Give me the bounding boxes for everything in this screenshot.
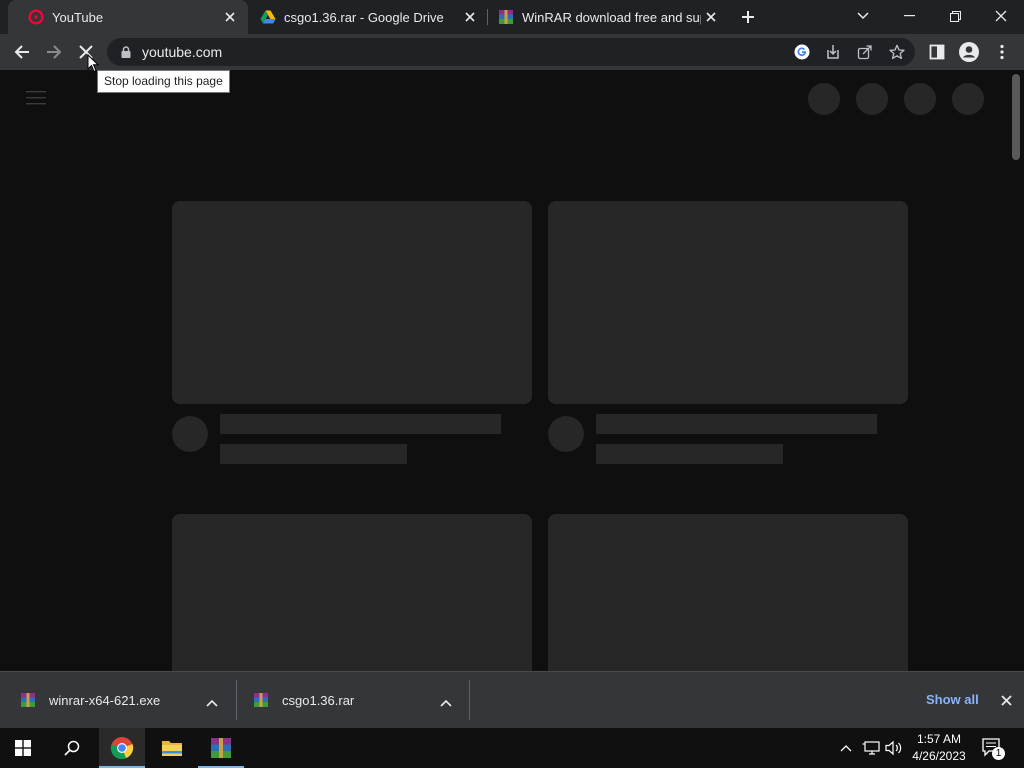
- download-separator: [469, 680, 470, 720]
- page-viewport: [0, 70, 1024, 671]
- show-hidden-icons-button[interactable]: [836, 740, 856, 756]
- close-icon: [995, 10, 1007, 22]
- forward-button[interactable]: [38, 36, 70, 68]
- search-icon: [64, 740, 80, 756]
- page-scrollbar[interactable]: [1012, 74, 1020, 160]
- install-app-icon[interactable]: [825, 44, 841, 60]
- skeleton-header-circle: [952, 83, 984, 115]
- folder-icon: [162, 741, 182, 756]
- skeleton-avatar: [548, 416, 584, 452]
- taskbar-winrar[interactable]: [198, 728, 244, 768]
- download-item[interactable]: winrar-x64-621.exe: [0, 672, 236, 728]
- tab-search-button[interactable]: [851, 4, 875, 28]
- close-tab-icon[interactable]: [460, 7, 480, 27]
- plus-icon: [742, 11, 754, 23]
- bookmark-star-icon[interactable]: [889, 44, 905, 60]
- arrow-left-icon: [14, 45, 29, 59]
- chevron-up-icon: [840, 745, 852, 752]
- action-center-button[interactable]: 1: [982, 738, 1006, 760]
- tab-google-drive[interactable]: csgo1.36.rar - Google Drive: [240, 0, 488, 34]
- skeleton-video-thumbnail: [548, 201, 908, 404]
- winrar-icon: [499, 10, 513, 24]
- skeleton-title-line: [596, 414, 877, 434]
- tab-youtube[interactable]: YouTube: [8, 0, 248, 34]
- clock-date: 4/26/2023: [912, 749, 966, 763]
- mouse-cursor-icon: [87, 54, 99, 73]
- minimize-button[interactable]: [886, 0, 932, 32]
- profile-avatar-icon[interactable]: [959, 42, 979, 62]
- chevron-up-icon[interactable]: [440, 694, 452, 712]
- new-tab-button[interactable]: [736, 5, 760, 29]
- skeleton-header-circle: [904, 83, 936, 115]
- skeleton-meta-line: [596, 444, 783, 464]
- chevron-up-icon[interactable]: [206, 694, 218, 712]
- download-shelf: winrar-x64-621.exe csgo1.36.rar Show all: [0, 671, 1024, 728]
- tab-strip: YouTube csgo1.36.rar - Google Drive WinR…: [0, 0, 1024, 34]
- show-all-downloads-button[interactable]: Show all: [926, 692, 979, 707]
- skeleton-video-thumbnail: [172, 201, 532, 404]
- url-text[interactable]: youtube.com: [142, 44, 222, 60]
- winrar-icon: [254, 693, 268, 707]
- close-icon: [1000, 694, 1012, 706]
- network-icon[interactable]: [862, 740, 880, 756]
- download-filename: winrar-x64-621.exe: [49, 692, 161, 708]
- restore-button[interactable]: [932, 0, 978, 32]
- tooltip: Stop loading this page: [97, 70, 230, 93]
- restore-icon: [949, 10, 961, 22]
- windows-logo-icon: [15, 740, 31, 756]
- google-drive-icon: [260, 10, 276, 24]
- tab-winrar[interactable]: WinRAR download free and supp: [478, 0, 728, 34]
- tab-title: WinRAR download free and supp: [522, 9, 702, 25]
- back-button[interactable]: [6, 36, 38, 68]
- chevron-down-icon: [857, 12, 869, 20]
- skeleton-avatar: [172, 416, 208, 452]
- skeleton-title-line: [220, 414, 501, 434]
- youtube-icon: [28, 9, 44, 25]
- volume-icon[interactable]: [885, 740, 903, 756]
- close-window-button[interactable]: [978, 0, 1024, 32]
- menu-hamburger-icon[interactable]: [26, 91, 46, 107]
- minimize-icon: [903, 15, 915, 17]
- side-panel-icon[interactable]: [927, 42, 947, 62]
- download-filename: csgo1.36.rar: [282, 692, 355, 708]
- taskbar-chrome[interactable]: [99, 728, 145, 768]
- start-button[interactable]: [0, 728, 46, 768]
- browser-toolbar: youtube.com: [0, 34, 1024, 70]
- close-tab-icon[interactable]: [220, 7, 240, 27]
- taskbar-clock[interactable]: 1:57 AM 4/26/2023: [904, 731, 974, 765]
- notification-count-badge: 1: [992, 747, 1005, 760]
- chrome-icon: [110, 737, 134, 760]
- skeleton-meta-line: [220, 444, 407, 464]
- winrar-icon: [211, 738, 231, 758]
- search-button[interactable]: [49, 728, 95, 768]
- windows-taskbar: 1:57 AM 4/26/2023 1: [0, 728, 1024, 768]
- close-shelf-button[interactable]: [998, 692, 1014, 708]
- taskbar-file-explorer[interactable]: [149, 728, 195, 768]
- share-icon[interactable]: [857, 44, 873, 60]
- address-bar[interactable]: youtube.com: [107, 38, 915, 66]
- arrow-right-icon: [47, 45, 62, 59]
- tab-title: csgo1.36.rar - Google Drive: [284, 9, 444, 25]
- close-tab-icon[interactable]: [701, 7, 720, 27]
- skeleton-video-thumbnail: [172, 514, 532, 671]
- download-item[interactable]: csgo1.36.rar: [237, 672, 469, 728]
- clock-time: 1:57 AM: [916, 732, 962, 746]
- skeleton-video-thumbnail: [548, 514, 908, 671]
- skeleton-header-circle: [856, 83, 888, 115]
- more-menu-icon[interactable]: [992, 42, 1012, 62]
- skeleton-header-circle: [808, 83, 840, 115]
- winrar-icon: [21, 693, 35, 707]
- tab-title: YouTube: [52, 9, 104, 25]
- google-lens-icon[interactable]: [794, 44, 810, 60]
- lock-icon[interactable]: [118, 44, 134, 60]
